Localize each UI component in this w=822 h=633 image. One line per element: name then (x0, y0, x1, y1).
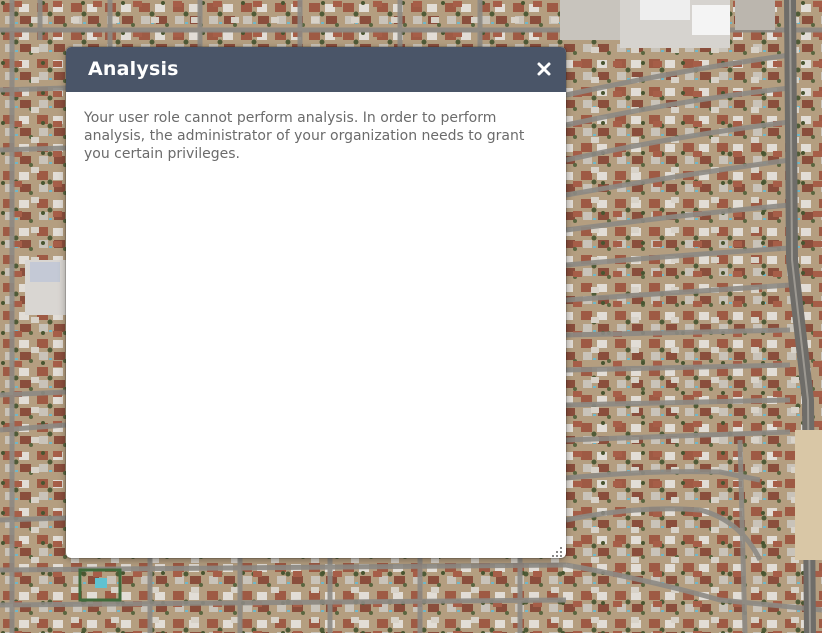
dialog-title: Analysis (88, 58, 179, 80)
dialog-header[interactable]: Analysis (66, 47, 566, 92)
dialog-message: Your user role cannot perform analysis. … (84, 110, 525, 162)
close-icon[interactable] (534, 59, 554, 79)
analysis-dialog: Analysis Your user role cannot perform a… (66, 47, 566, 558)
resize-grip-icon[interactable] (551, 543, 563, 557)
